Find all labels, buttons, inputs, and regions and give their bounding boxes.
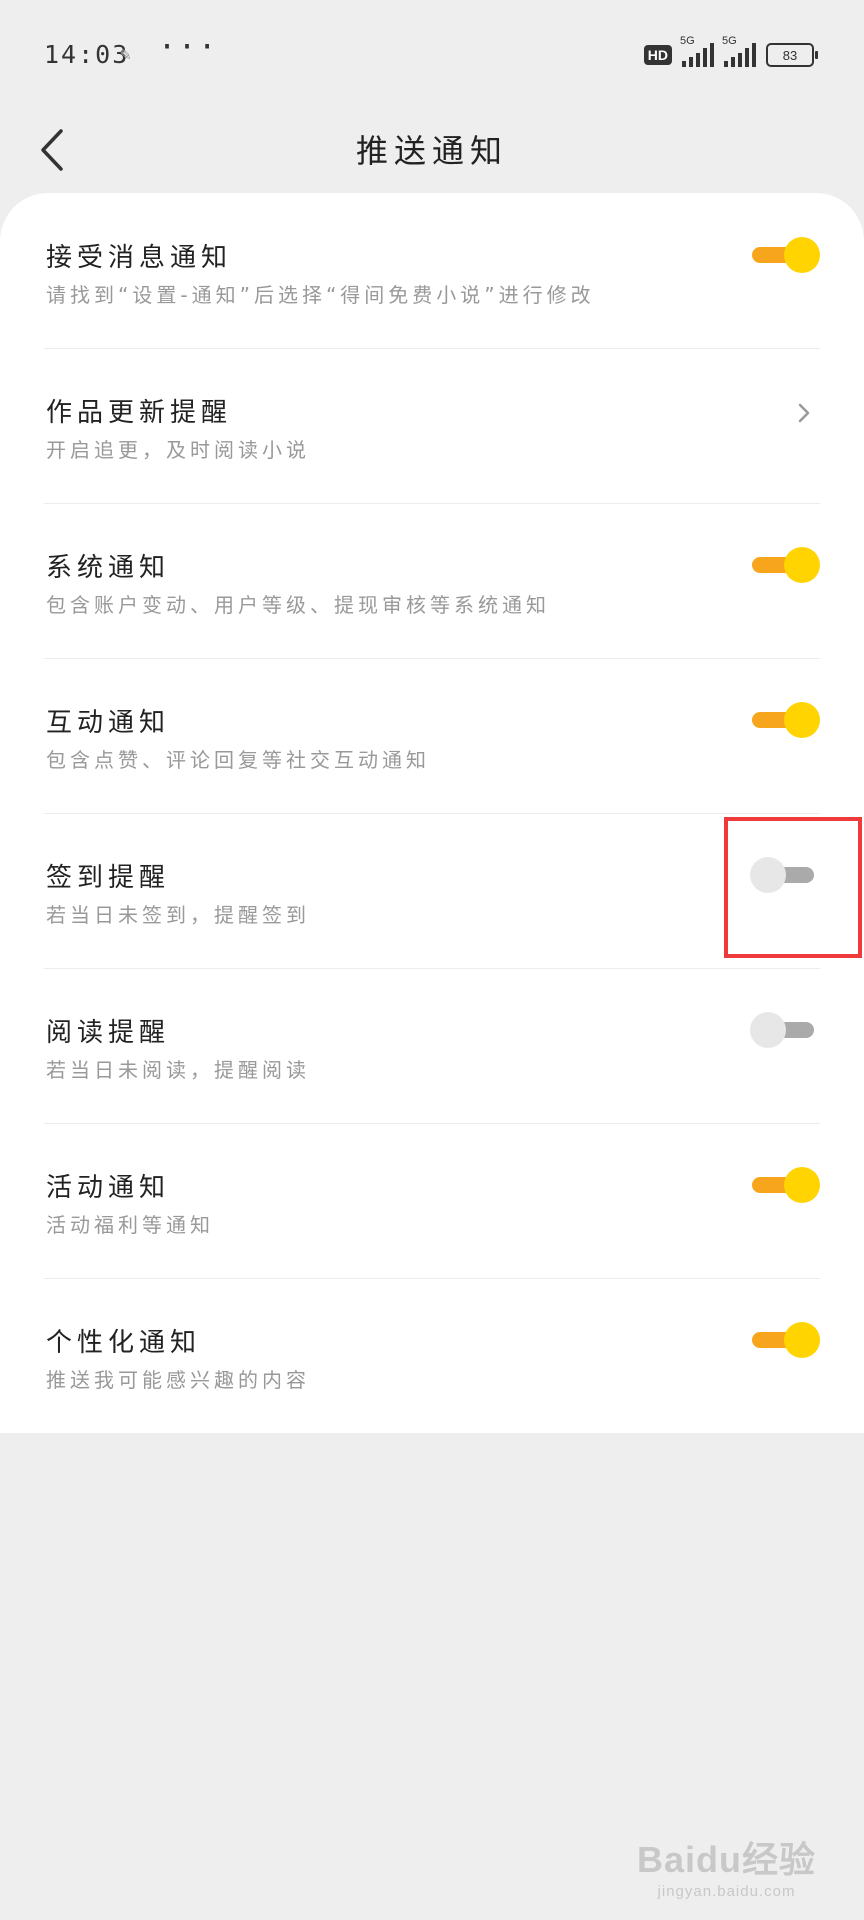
setting-title: 活动通知: [46, 1173, 171, 1203]
setting-description: 若当日未阅读，提醒阅读: [46, 1058, 310, 1082]
system-notification-toggle[interactable]: [750, 545, 820, 585]
battery-level: 83: [782, 47, 798, 63]
setting-row-interaction-notification: 互动通知 包含点赞、评论回复等社交互动通知: [44, 658, 820, 814]
setting-row-personalized-notification: 个性化通知 推送我可能感兴趣的内容: [44, 1278, 820, 1433]
activity-notification-toggle[interactable]: [750, 1165, 820, 1205]
status-time: 14:03: [44, 40, 130, 69]
battery-icon: 83: [766, 43, 818, 67]
watermark-logo: Baidu经验: [636, 1839, 816, 1880]
setting-title: 系统通知: [46, 553, 171, 583]
hd-badge: HD: [643, 45, 672, 65]
setting-title: 作品更新提醒: [46, 398, 233, 428]
setting-description: 推送我可能感兴趣的内容: [46, 1368, 310, 1392]
signal-icon: 5G: [680, 35, 714, 67]
setting-row-system-notification: 系统通知 包含账户变动、用户等级、提现审核等系统通知: [44, 503, 820, 659]
setting-row-message-notification: 接受消息通知 请找到“设置-通知”后选择“得间免费小说”进行修改: [44, 193, 820, 349]
setting-title: 签到提醒: [46, 863, 171, 893]
setting-description: 活动福利等通知: [46, 1213, 214, 1237]
highlight-annotation-box: [724, 817, 862, 958]
setting-description: 开启追更，及时阅读小说: [46, 438, 310, 462]
setting-title: 阅读提醒: [46, 1018, 171, 1048]
setting-row-checkin-reminder: 签到提醒 若当日未签到，提醒签到: [44, 813, 820, 969]
chevron-right-icon: [798, 403, 810, 423]
setting-description: 若当日未签到，提醒签到: [46, 903, 310, 927]
page-title: 推送通知: [355, 132, 508, 170]
setting-row-reading-reminder: 阅读提醒 若当日未阅读，提醒阅读: [44, 968, 820, 1124]
reading-reminder-toggle[interactable]: [750, 1010, 820, 1050]
status-bar: 14:03 ✎ ··· HD 5G 5G 83: [0, 0, 864, 110]
setting-row-work-update[interactable]: 作品更新提醒 开启追更，及时阅读小说: [44, 348, 820, 504]
setting-description: 包含点赞、评论回复等社交互动通知: [46, 748, 430, 772]
settings-card: 接受消息通知 请找到“设置-通知”后选择“得间免费小说”进行修改 作品更新提醒 …: [0, 193, 864, 1433]
setting-row-activity-notification: 活动通知 活动福利等通知: [44, 1123, 820, 1279]
message-notification-toggle[interactable]: [750, 235, 820, 275]
personalized-notification-toggle[interactable]: [750, 1320, 820, 1360]
pen-icon: ✎: [120, 44, 131, 65]
network-label: 5G: [680, 35, 695, 47]
setting-description: 包含账户变动、用户等级、提现审核等系统通知: [46, 593, 550, 617]
nav-bar: 推送通知: [0, 110, 864, 190]
watermark: Baidu经验 jingyan.baidu.com: [637, 1831, 816, 1900]
setting-description: 请找到“设置-通知”后选择“得间免费小说”进行修改: [46, 283, 595, 307]
interaction-notification-toggle[interactable]: [750, 700, 820, 740]
watermark-url: jingyan.baidu.com: [657, 1883, 796, 1900]
more-notifications-icon: ···: [158, 30, 219, 65]
setting-title: 接受消息通知: [46, 243, 233, 273]
setting-title: 个性化通知: [46, 1328, 202, 1358]
setting-title: 互动通知: [46, 708, 171, 738]
signal-icon-2: 5G: [722, 35, 756, 67]
network-label-2: 5G: [722, 35, 737, 47]
status-indicators: HD 5G 5G 83: [643, 35, 818, 70]
